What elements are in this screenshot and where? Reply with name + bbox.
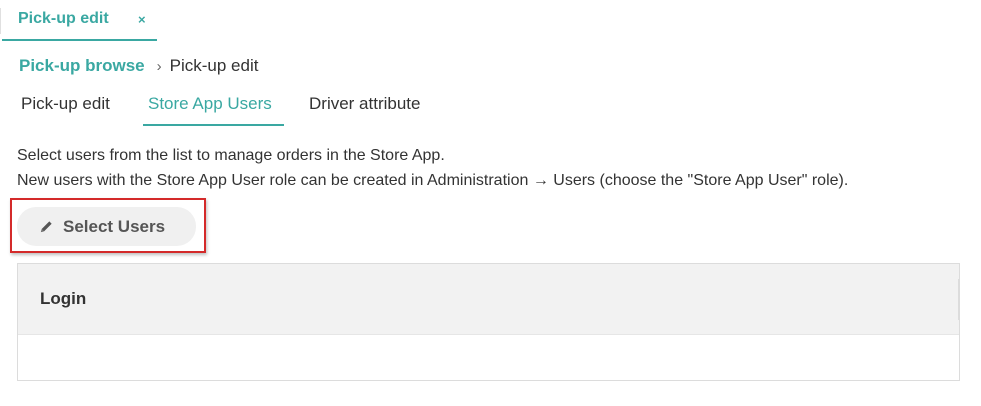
tab-pickup-edit[interactable]: Pick-up edit	[21, 88, 110, 126]
users-table: Login	[17, 263, 960, 381]
table-header: Login	[18, 264, 959, 335]
document-tab-bar: Pick-up edit ×	[0, 0, 981, 41]
breadcrumb-current: Pick-up edit	[169, 56, 259, 75]
select-users-label: Select Users	[63, 216, 166, 236]
select-users-button[interactable]: Select Users	[17, 207, 196, 246]
tab-store-app-users[interactable]: Store App Users	[143, 88, 284, 126]
table-body	[18, 335, 959, 380]
breadcrumb: Pick-up browse › Pick-up edit	[19, 55, 258, 77]
description-text: Select users from the list to manage ord…	[17, 143, 848, 193]
tab-strip: Pick-up edit Store App Users Driver attr…	[0, 88, 981, 128]
chevron-right-icon: ›	[156, 57, 162, 75]
tab-driver-attribute[interactable]: Driver attribute	[309, 88, 420, 126]
column-header-login[interactable]: Login	[40, 289, 86, 309]
description-line-1: Select users from the list to manage ord…	[17, 147, 445, 164]
breadcrumb-link-pickup-browse[interactable]: Pick-up browse	[19, 56, 145, 76]
document-tab-label: Pick-up edit	[18, 10, 109, 27]
pencil-icon	[39, 219, 54, 234]
description-line-2: New users with the Store App User role c…	[17, 172, 849, 189]
tab-bar-divider	[0, 8, 1, 34]
close-icon[interactable]: ×	[138, 12, 146, 28]
column-divider	[958, 279, 959, 320]
document-tab-pickup-edit[interactable]: Pick-up edit ×	[2, 0, 157, 41]
